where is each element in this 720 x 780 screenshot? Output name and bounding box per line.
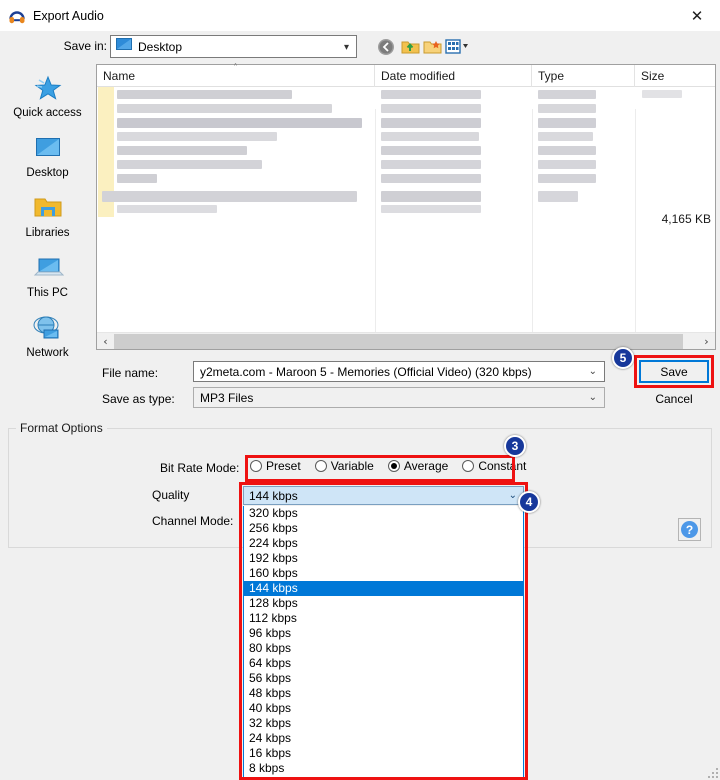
new-folder-button[interactable] (420, 35, 444, 58)
channel-mode-label: Channel Mode: (152, 514, 233, 528)
sort-ascending-icon: ˄ (233, 63, 238, 74)
file-size-value: 4,165 KB (615, 212, 711, 226)
column-header-name[interactable]: Name ˄ (97, 65, 375, 87)
column-divider (375, 109, 376, 349)
bit-rate-mode-label: Bit Rate Mode: (160, 461, 239, 475)
file-name-label: File name: (102, 366, 158, 380)
globe-icon (32, 312, 64, 344)
column-header-label: Size (641, 69, 664, 83)
save-as-type-label: Save as type: (102, 392, 175, 406)
save-in-value: Desktop (138, 40, 182, 54)
quality-label: Quality (152, 488, 189, 502)
column-header-type[interactable]: Type (532, 65, 635, 87)
chevron-down-icon[interactable]: ⌄ (589, 392, 597, 403)
sidebar-item-this-pc[interactable]: This PC (0, 252, 95, 308)
save-as-type-combo[interactable]: MP3 Files ⌄ (193, 387, 605, 408)
window-title: Export Audio (33, 9, 104, 23)
column-header-label: Type (538, 69, 564, 83)
sidebar-item-quick-access[interactable]: Quick access (0, 72, 95, 128)
column-divider (635, 109, 636, 349)
laptop-icon (32, 252, 64, 284)
sidebar-item-label: Quick access (13, 107, 81, 119)
column-header-size[interactable]: Size (635, 65, 715, 87)
star-icon (33, 72, 63, 104)
column-header-label: Name (103, 69, 135, 83)
cancel-button[interactable]: Cancel (639, 388, 709, 410)
resize-grip-icon[interactable] (708, 768, 718, 778)
redacted-size-cell (642, 90, 682, 98)
folder-icon (33, 192, 63, 224)
format-options-legend: Format Options (16, 421, 107, 435)
save-as-type-value: MP3 Files (200, 391, 253, 405)
file-list-body[interactable]: 4,165 KB (97, 87, 715, 327)
save-in-label: Save in: (47, 39, 107, 53)
save-in-combo[interactable]: Desktop ▾ (110, 35, 357, 58)
annotation-box-bit-rate-mode (245, 455, 515, 482)
sidebar-item-label: Network (26, 347, 68, 359)
places-bar: Quick access Desktop Libraries (0, 64, 95, 350)
chevron-down-icon: ▾ (344, 42, 349, 53)
up-folder-button[interactable] (398, 35, 422, 58)
file-name-input[interactable]: y2meta.com - Maroon 5 - Memories (Offici… (193, 361, 605, 382)
sidebar-item-label: This PC (27, 287, 68, 299)
scroll-left-icon[interactable]: ‹ (97, 333, 114, 350)
monitor-icon (33, 132, 63, 164)
scrollbar-thumb[interactable] (114, 334, 683, 349)
sidebar-item-desktop[interactable]: Desktop (0, 132, 95, 188)
sidebar-item-libraries[interactable]: Libraries (0, 192, 95, 248)
annotation-badge-4: 4 (518, 491, 540, 513)
back-button[interactable] (374, 35, 398, 58)
column-divider (532, 109, 533, 349)
sidebar-item-label: Desktop (26, 167, 68, 179)
sidebar-item-label: Libraries (25, 227, 69, 239)
chevron-down-icon[interactable]: ⌄ (589, 366, 597, 377)
scroll-right-icon[interactable]: › (698, 333, 715, 350)
file-list[interactable]: Name ˄ Date modified Type Size (96, 64, 716, 350)
sidebar-item-network[interactable]: Network (0, 312, 95, 368)
help-button[interactable]: ? (678, 518, 701, 541)
annotation-box-save (634, 355, 714, 388)
audacity-headphone-icon (8, 7, 26, 25)
file-name-value: y2meta.com - Maroon 5 - Memories (Offici… (200, 365, 532, 379)
title-bar: Export Audio ✕ (0, 0, 720, 31)
monitor-icon (116, 38, 132, 55)
annotation-box-quality (239, 482, 528, 780)
view-mode-button[interactable] (444, 35, 474, 58)
question-mark-icon: ? (681, 521, 698, 538)
file-list-header: Name ˄ Date modified Type Size (97, 65, 715, 87)
annotation-badge-3: 3 (504, 435, 526, 457)
column-header-date-modified[interactable]: Date modified (375, 65, 532, 87)
close-icon[interactable]: ✕ (674, 0, 720, 31)
annotation-badge-5: 5 (612, 347, 634, 369)
save-in-row: Save in: Desktop ▾ (0, 31, 720, 64)
column-header-label: Date modified (381, 69, 455, 83)
